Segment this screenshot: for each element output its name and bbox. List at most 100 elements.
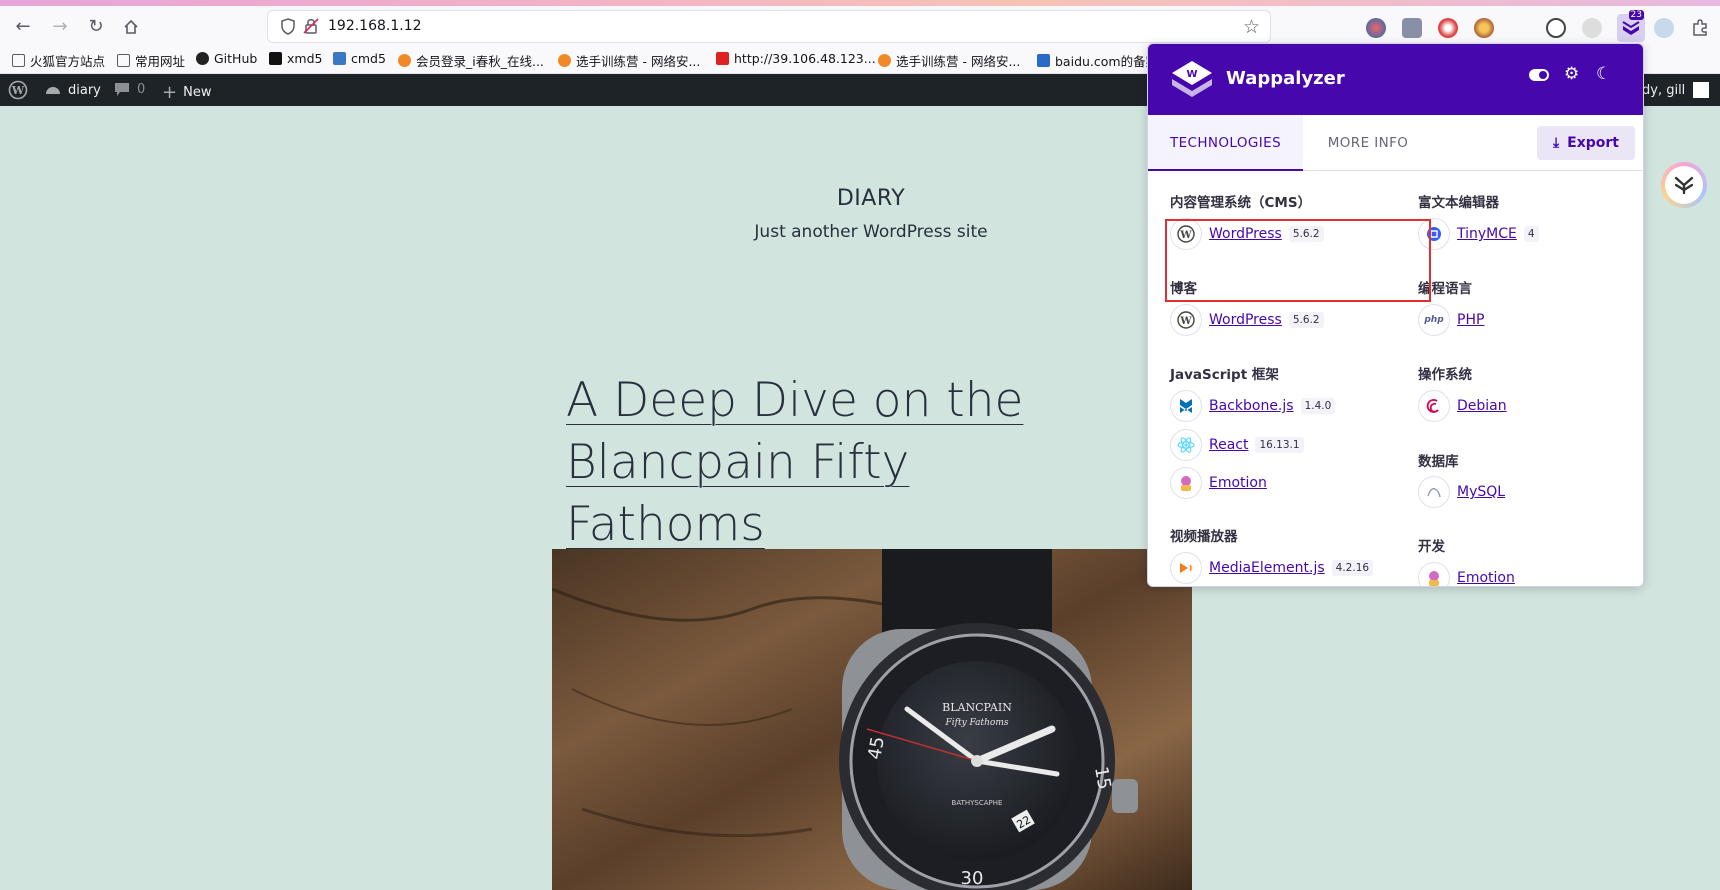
tech-version: 4 (1523, 226, 1539, 242)
tech-name[interactable]: WordPress (1209, 312, 1282, 328)
watch-brand: BLANCPAIN (942, 701, 1012, 714)
bookmark-link[interactable]: http://39.106.48.123... (716, 51, 876, 66)
extension-grid-icon[interactable] (1402, 18, 1422, 38)
folder-icon (117, 54, 130, 67)
bookmark-folder[interactable]: 常用网址 (117, 51, 185, 70)
bookmark-label: 常用网址 (135, 54, 186, 69)
bookmark-label: http://39.106.48.123... (734, 51, 876, 66)
tech-item[interactable]: Debian (1418, 390, 1507, 422)
extension-gear-icon[interactable] (1582, 18, 1602, 38)
wordpress-icon: W (1170, 304, 1202, 336)
tech-item[interactable]: Emotion (1418, 562, 1515, 586)
comment-count: 0 (137, 82, 146, 97)
extension-mask-icon[interactable] (1438, 18, 1458, 38)
tech-name[interactable]: MediaElement.js (1209, 560, 1325, 576)
tech-item[interactable]: MySQL (1418, 476, 1505, 508)
tech-name[interactable]: Emotion (1209, 475, 1267, 491)
post-title-link[interactable]: A Deep Dive on the Blancpain Fifty Fatho… (566, 370, 1086, 556)
floating-assistant-icon[interactable] (1661, 162, 1707, 208)
browser-toolbar: ← → ↻ 192.168.1.12 ☆ 23 (0, 6, 1720, 46)
watch-model: Fifty Fathoms (945, 718, 1009, 728)
mediaelement-icon (1170, 552, 1202, 584)
mysql-icon (1418, 476, 1450, 508)
bookmark-star-icon[interactable]: ☆ (1243, 16, 1260, 38)
watch-image: BLANCPAIN Fifty Fathoms BATHYSCAPHE 22 4… (552, 549, 1192, 890)
bookmark-link[interactable]: cmd5 (333, 51, 386, 66)
react-icon (1170, 429, 1202, 461)
tech-item[interactable]: W WordPress 5.6.2 (1170, 304, 1324, 336)
bezel-15: 15 (1090, 765, 1115, 791)
emotion-icon (1418, 562, 1450, 586)
tech-version: 1.4.0 (1300, 398, 1336, 414)
ichunqiu-icon (878, 54, 891, 67)
bookmark-label: 火狐官方站点 (30, 54, 106, 69)
watch-sub: BATHYSCAPHE (952, 799, 1003, 807)
tech-name[interactable]: Debian (1457, 398, 1507, 414)
forward-icon[interactable]: → (47, 14, 73, 40)
tab-more-info[interactable]: MORE INFO (1303, 115, 1433, 171)
admin-bar-new[interactable]: + New (162, 82, 211, 103)
bookmark-folder[interactable]: 火狐官方站点 (12, 51, 105, 70)
xmd5-icon (269, 52, 282, 65)
tech-name[interactable]: TinyMCE (1457, 226, 1517, 242)
back-icon[interactable]: ← (10, 14, 36, 40)
bookmark-link[interactable]: xmd5 (269, 51, 322, 66)
category-heading: 数据库 (1418, 454, 1459, 470)
extension-cookie-icon[interactable] (1546, 18, 1566, 38)
tech-name[interactable]: Backbone.js (1209, 398, 1294, 414)
tech-item[interactable]: MediaElement.js 4.2.16 (1170, 552, 1374, 584)
admin-bar-site[interactable]: diary (44, 82, 101, 98)
z-icon (716, 52, 729, 65)
tech-item[interactable]: Backbone.js 1.4.0 (1170, 390, 1336, 422)
reload-icon[interactable]: ↻ (83, 14, 109, 40)
bookmark-link[interactable]: 会员登录_i春秋_在线... (398, 51, 544, 70)
comment-icon (115, 83, 129, 96)
wappalyzer-extension-icon[interactable]: 23 (1617, 10, 1645, 42)
extension-monkey-icon[interactable] (1474, 18, 1494, 38)
wappalyzer-tabs: TECHNOLOGIES MORE INFO ⤓ Export (1148, 115, 1643, 171)
tech-name[interactable]: Emotion (1457, 570, 1515, 586)
bezel-45: 45 (864, 735, 889, 761)
bookmark-label: cmd5 (351, 51, 386, 66)
settings-gear-icon[interactable]: ⚙ (1564, 64, 1579, 84)
tech-name[interactable]: React (1209, 437, 1248, 453)
admin-bar-comments[interactable]: 0 (114, 82, 145, 97)
tech-item[interactable]: TinyMCE 4 (1418, 218, 1539, 250)
tab-technologies[interactable]: TECHNOLOGIES (1148, 115, 1303, 171)
howdy-text: dy, gill (1642, 82, 1686, 98)
tech-item[interactable]: React 16.13.1 (1170, 429, 1304, 461)
bookmark-link[interactable]: 选手训练营 - 网络安... (878, 51, 1020, 70)
bookmark-link[interactable]: 选手训练营 - 网络安... (558, 51, 700, 70)
bookmark-link[interactable]: GitHub (196, 51, 257, 66)
extension-faded-icon[interactable] (1654, 18, 1674, 38)
ichunqiu-icon (398, 54, 411, 67)
toggle-icon[interactable] (1529, 66, 1549, 86)
wappalyzer-logo-icon: W (1172, 61, 1212, 97)
url-bar[interactable]: 192.168.1.12 ☆ (268, 11, 1270, 42)
folder-icon (12, 54, 25, 67)
bookmark-label: 会员登录_i春秋_在线... (416, 54, 544, 69)
svg-text:W: W (1186, 69, 1197, 80)
plus-icon: + (162, 82, 178, 103)
home-icon[interactable] (118, 14, 144, 40)
tech-name[interactable]: MySQL (1457, 484, 1505, 500)
tech-item[interactable]: php PHP (1418, 304, 1484, 336)
theme-moon-icon[interactable]: ☾ (1596, 64, 1611, 84)
wordpress-logo-icon[interactable]: W (8, 80, 28, 100)
extension-globe-icon[interactable] (1366, 18, 1386, 38)
extension-badge: 23 (1628, 10, 1644, 20)
extensions-puzzle-icon[interactable] (1690, 18, 1710, 38)
export-label: Export (1567, 135, 1620, 151)
php-icon: php (1418, 304, 1450, 336)
debian-icon (1418, 390, 1450, 422)
tech-name[interactable]: PHP (1457, 312, 1484, 328)
github-icon (196, 52, 209, 65)
post-featured-image[interactable]: BLANCPAIN Fifty Fathoms BATHYSCAPHE 22 4… (552, 549, 1192, 890)
shield-icon[interactable] (280, 18, 296, 35)
tech-item[interactable]: Emotion (1170, 467, 1267, 499)
export-button[interactable]: ⤓ Export (1537, 126, 1635, 160)
insecure-lock-icon[interactable] (303, 17, 319, 35)
admin-bar-account[interactable]: dy, gill (1642, 82, 1710, 98)
tech-version: 4.2.16 (1331, 560, 1374, 576)
bookmark-link[interactable]: baidu.com的备案 (1037, 51, 1158, 70)
